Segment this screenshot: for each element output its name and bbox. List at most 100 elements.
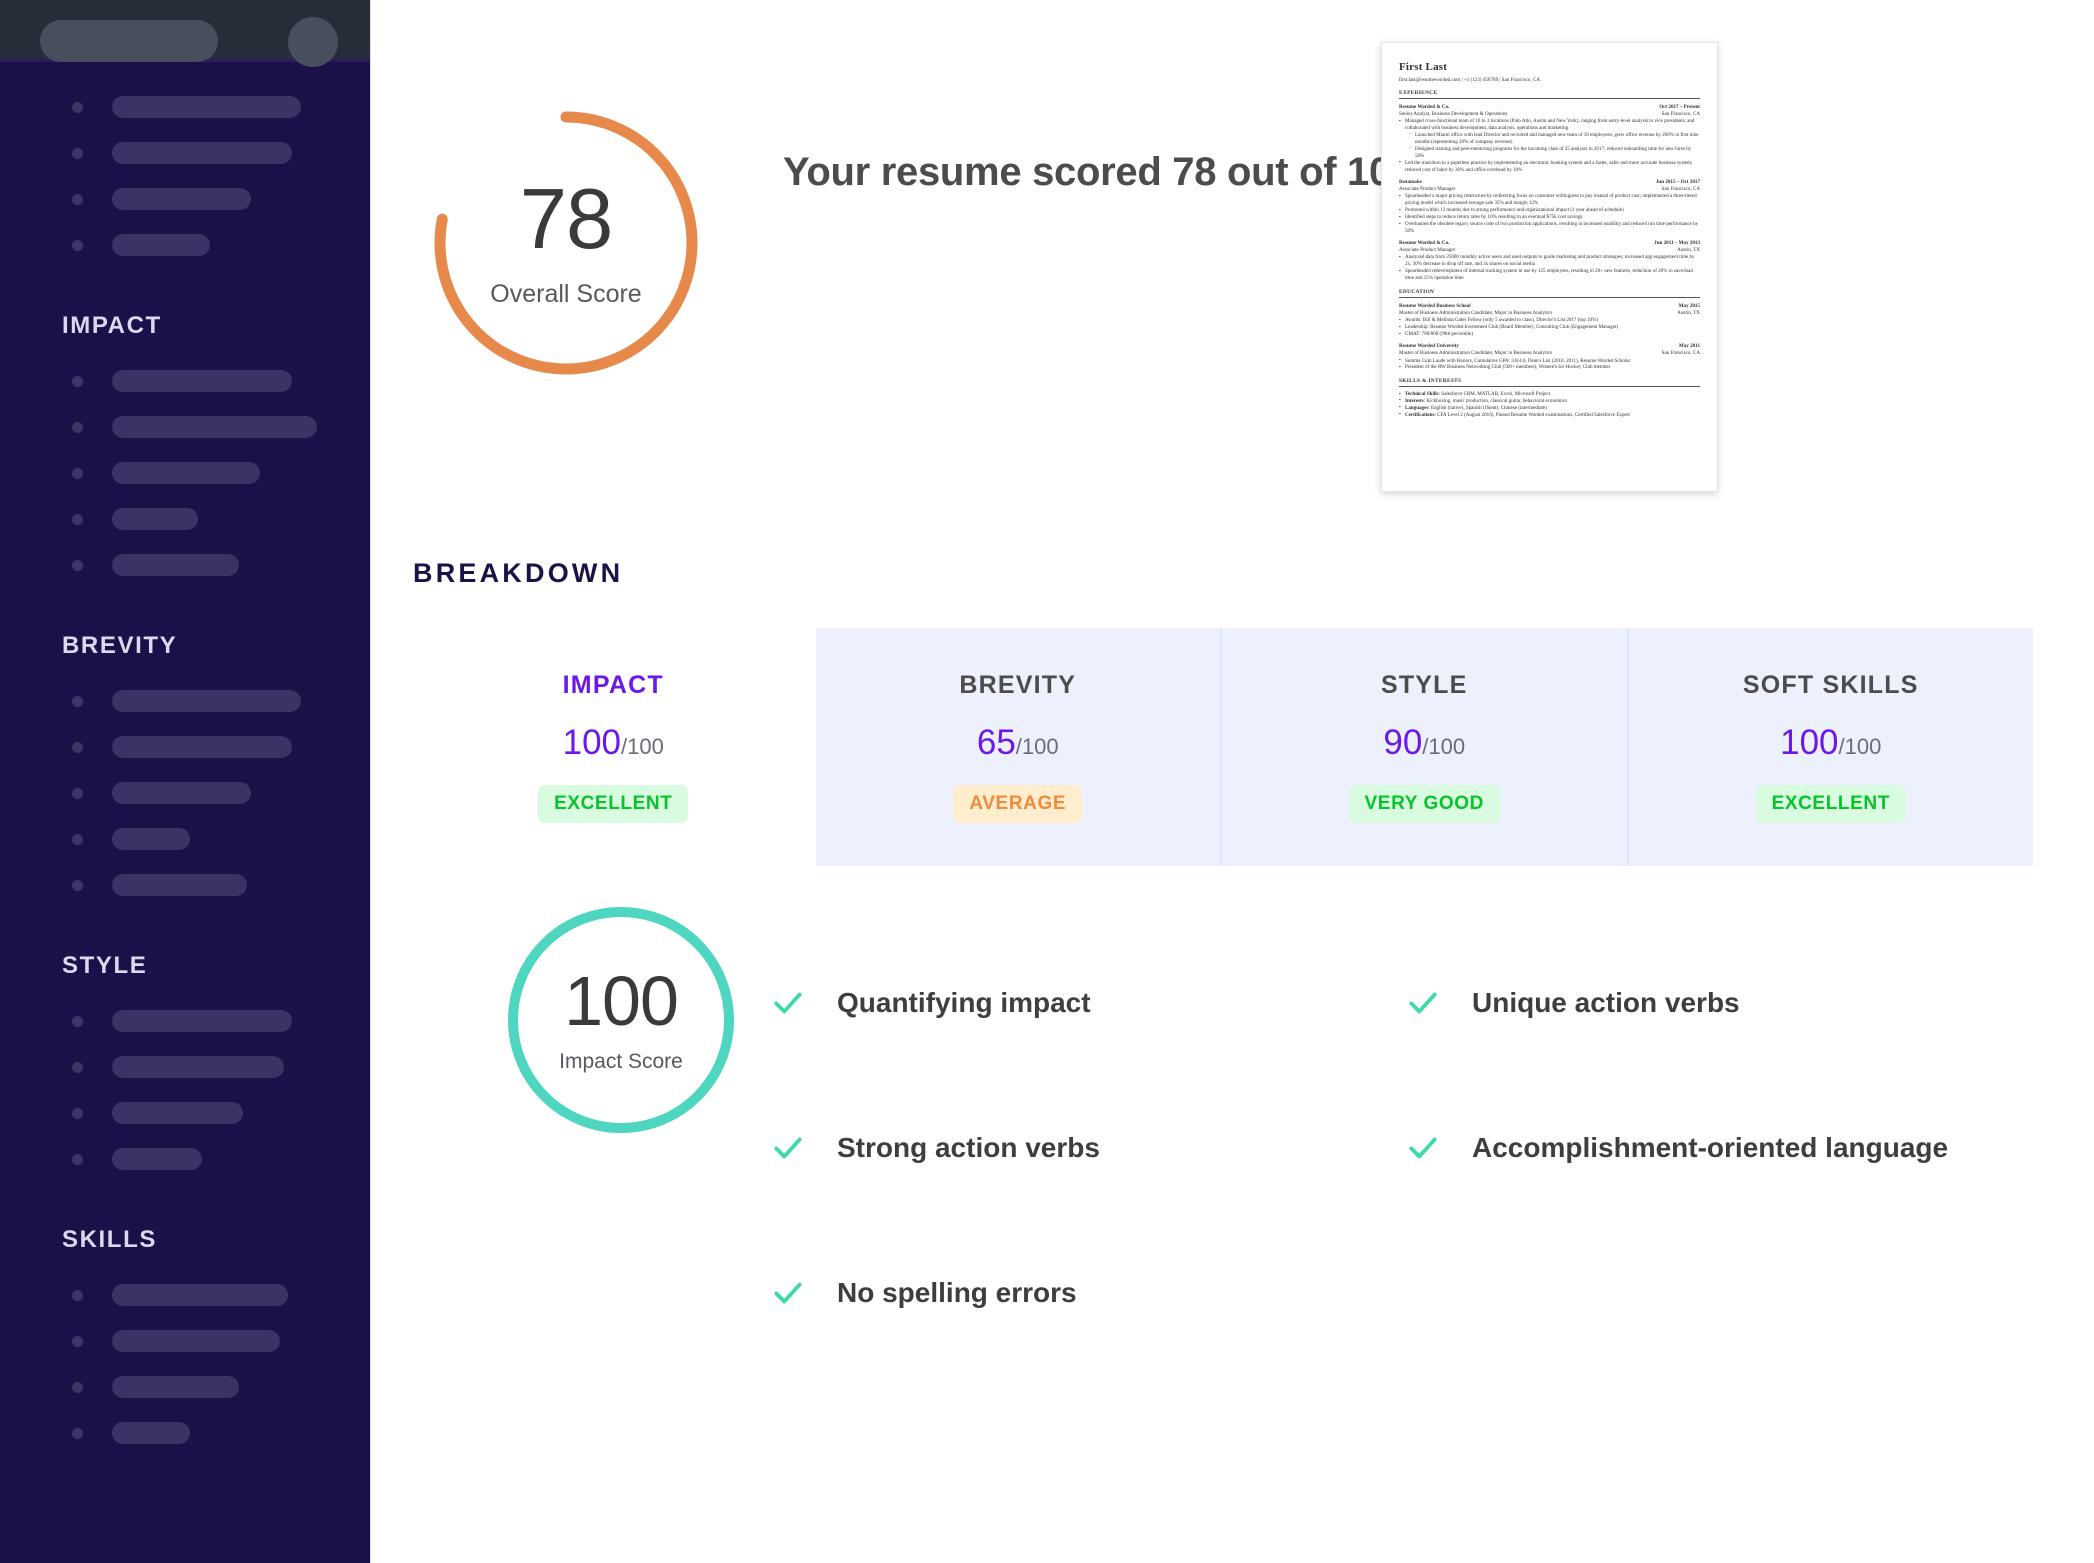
breakdown-score-value: 100 <box>1780 723 1839 762</box>
resume-entry-subheader: Senior Analyst, Business Development & O… <box>1399 110 1700 117</box>
sidebar-section <box>0 62 370 256</box>
sidebar-item-label-placeholder <box>112 874 248 896</box>
check-label: Quantifying impact <box>837 986 1091 1018</box>
breakdown-category-name: BREVITY <box>959 671 1077 699</box>
sidebar-section: SKILLS <box>0 1170 370 1444</box>
resume-entry-subheader: Associate Product Manager Austin, TX <box>1399 246 1700 253</box>
sidebar-section-heading: IMPACT <box>62 312 162 339</box>
sidebar-item-label-placeholder <box>112 1376 240 1398</box>
sidebar-item-label-placeholder <box>112 1056 285 1078</box>
page-title: Your resume scored 78 out of 100. <box>783 150 1424 194</box>
sidebar-item-placeholder[interactable] <box>72 508 370 530</box>
bullet-icon <box>72 375 83 387</box>
main-content: 78 Overall Score Your resume scored 78 o… <box>370 0 2094 1563</box>
resume-bullet-list: Awards: Bill & Melinda Gates Fellow (onl… <box>1399 317 1700 338</box>
impact-score-value: 100 <box>564 962 679 1040</box>
sidebar-item-placeholder[interactable] <box>72 370 370 392</box>
bullet-icon <box>72 741 83 753</box>
check-icon <box>774 1282 802 1303</box>
sidebar-nav: IMPACT BREVITY STYLE SKILLS <box>0 62 370 1444</box>
resume-bullet-list: Managed cross-functional team of 10 in 3… <box>1399 118 1700 174</box>
resume-score-app: IMPACT BREVITY STYLE SKILLS 78 Overall Scor… <box>0 0 2094 1563</box>
check-icon <box>774 1137 802 1158</box>
sidebar-item-placeholder[interactable] <box>72 782 370 804</box>
sidebar-item-label-placeholder <box>112 1284 289 1306</box>
breakdown-score: 90/100 <box>1383 725 1465 760</box>
resume-sections: EXPERIENCE Resume Worded & Co. Oct 2017 – … <box>1399 90 1700 419</box>
sidebar-item-placeholder[interactable] <box>72 554 370 576</box>
breakdown-category-name: IMPACT <box>562 671 664 699</box>
sidebar-item-placeholder[interactable] <box>72 828 370 850</box>
sidebar-item-label-placeholder <box>112 828 190 850</box>
bullet-icon <box>72 1289 83 1301</box>
sidebar-item-label-placeholder <box>112 142 293 164</box>
breakdown-score-value: 100 <box>562 723 622 762</box>
breakdown-column-brevity[interactable]: BREVITY 65/100 AVERAGE <box>815 628 1220 866</box>
list-item: No spelling errors <box>771 1220 1406 1365</box>
sidebar-item-placeholder[interactable] <box>72 1422 370 1444</box>
bullet-icon <box>72 1335 83 1347</box>
bullet-icon <box>72 101 83 113</box>
resume-section-title: SKILLS & INTERESTS <box>1399 378 1700 387</box>
check-icon <box>1409 992 1437 1013</box>
sidebar-item-placeholder[interactable] <box>72 188 370 210</box>
sidebar-item-placeholder[interactable] <box>72 1330 370 1352</box>
sidebar-item-placeholder[interactable] <box>72 690 370 712</box>
sidebar-item-label-placeholder <box>112 508 199 530</box>
sidebar-item-placeholder[interactable] <box>72 1056 370 1078</box>
bullet-icon <box>72 421 83 433</box>
breakdown-score-value: 65 <box>976 723 1016 762</box>
sidebar-item-label-placeholder <box>112 370 293 392</box>
sidebar: IMPACT BREVITY STYLE SKILLS <box>0 0 370 1563</box>
sidebar-item-placeholder[interactable] <box>72 416 370 438</box>
sidebar-item-label-placeholder <box>112 554 240 576</box>
breakdown-column-impact[interactable]: IMPACT 100/100 EXCELLENT <box>411 628 816 866</box>
sidebar-item-placeholder[interactable] <box>72 874 370 896</box>
bullet-icon <box>72 833 83 845</box>
resume-bullet: GMAT: 780/800 (99th percentile) <box>1399 331 1700 338</box>
sidebar-item-placeholder[interactable] <box>72 142 370 164</box>
sidebar-section: IMPACT <box>0 256 370 576</box>
resume-bullet: Certifications: CFA Level 2 (August 2016… <box>1399 411 1700 419</box>
breakdown-score: 100/100 <box>563 725 664 760</box>
sidebar-item-placeholder[interactable] <box>72 96 370 118</box>
sidebar-item-label-placeholder <box>112 690 301 712</box>
status-badge: AVERAGE <box>953 785 1083 823</box>
check-icon <box>774 992 802 1013</box>
sidebar-item-placeholder[interactable] <box>72 1376 370 1398</box>
bullet-icon <box>72 1427 83 1439</box>
check-label: No spelling errors <box>837 1276 1077 1308</box>
resume-section-title: EXPERIENCE <box>1399 90 1700 99</box>
breakdown-column-style[interactable]: STYLE 90/100 VERY GOOD <box>1220 628 1627 866</box>
sidebar-item-placeholder[interactable] <box>72 1102 370 1124</box>
sidebar-item-placeholder[interactable] <box>72 1148 370 1170</box>
sidebar-item-placeholder[interactable] <box>72 1010 370 1032</box>
bullet-icon <box>72 787 83 799</box>
status-badge: VERY GOOD <box>1348 785 1500 823</box>
resume-bullet: Technical Skills: Salesforce CRM, MATLAB… <box>1399 391 1700 398</box>
bullet-icon <box>72 513 83 525</box>
resume-subbullet: Launched Miami office with lead Director… <box>1409 132 1700 146</box>
app-logo-placeholder[interactable] <box>40 20 218 62</box>
sidebar-item-placeholder[interactable] <box>72 462 370 484</box>
resume-preview-thumbnail[interactable]: First Last first.last@resumeworded.com |… <box>1381 42 1718 492</box>
bullet-icon <box>72 147 83 159</box>
sidebar-item-placeholder[interactable] <box>72 234 370 256</box>
resume-subbullet: Designed training and peer-mentoring pro… <box>1409 146 1700 160</box>
bullet-icon <box>72 1153 83 1165</box>
resume-entry-header: Resume Worded Business School May 2015 <box>1399 302 1700 309</box>
sidebar-item-label-placeholder <box>112 1102 244 1124</box>
sidebar-item-placeholder[interactable] <box>72 736 370 758</box>
avatar[interactable] <box>288 17 338 67</box>
breakdown-score-denominator: /100 <box>621 734 664 759</box>
resume-entry-subheader: Associate Product Manager San Francisco, … <box>1399 185 1700 192</box>
bullet-icon <box>72 193 83 205</box>
resume-bullet: Overhauled the obsolete legacy source co… <box>1399 221 1700 235</box>
resume-entry-subheader: Master of Business Administration Candid… <box>1399 309 1700 316</box>
overall-score-center: 78 Overall Score <box>426 103 706 383</box>
sidebar-item-placeholder[interactable] <box>72 1284 370 1306</box>
breakdown-column-soft-skills[interactable]: SOFT SKILLS 100/100 EXCELLENT <box>1626 628 2033 866</box>
list-item: Accomplishment-oriented language <box>1406 1075 2041 1220</box>
sidebar-item-label-placeholder <box>112 234 211 256</box>
bullet-icon <box>72 1015 83 1027</box>
